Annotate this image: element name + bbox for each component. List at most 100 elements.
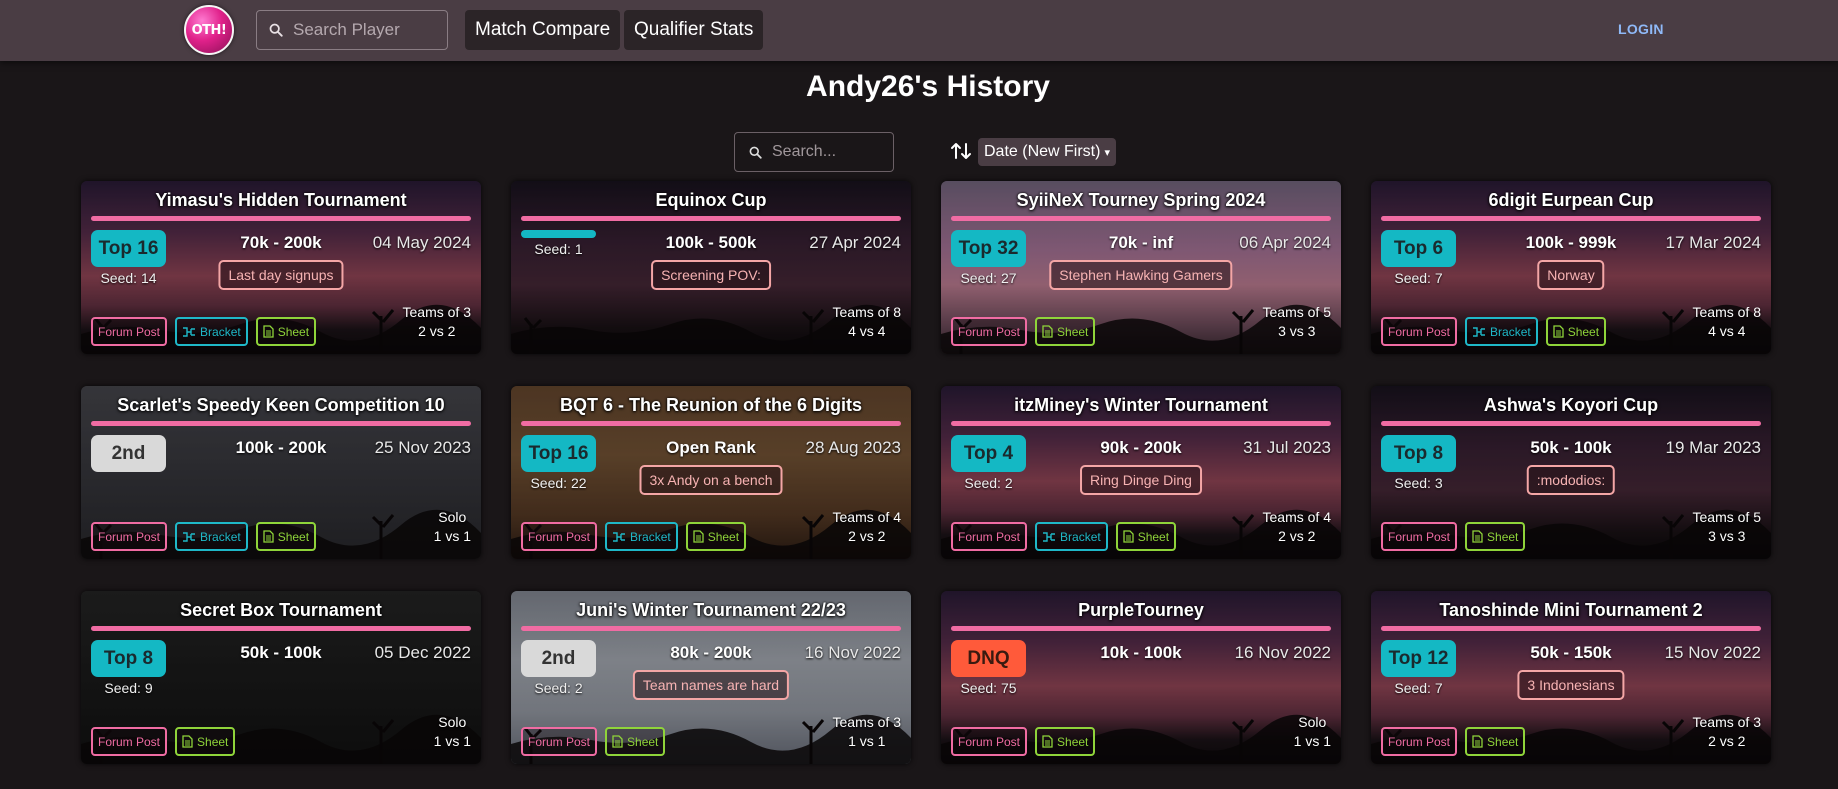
qualifier-stats-button[interactable]: Qualifier Stats [624,10,764,50]
bracket-link[interactable]: Bracket [605,522,678,551]
tournament-date: 27 Apr 2024 [809,233,901,252]
placement-badge: 2nd [91,435,166,472]
match-format: 1 vs 1 [848,733,886,749]
player-search-input[interactable] [293,20,443,40]
link-chips: Forum Post Bracket Sheet [91,317,317,346]
link-chips: Forum Post Sheet [951,727,1096,756]
bracket-link[interactable]: Bracket [175,522,248,551]
seed-label: Seed: 1 [534,241,583,257]
sort-select[interactable]: Date (New First) ▾ [978,138,1116,166]
forum-label: Forum Post [528,529,591,544]
sheet-link[interactable]: Sheet [1545,317,1607,346]
site-logo[interactable]: OTH! [184,5,234,55]
tournament-card[interactable]: Juni's Winter Tournament 22/23 2nd Seed: 2… [511,591,911,764]
tournament-card[interactable]: Yimasu's Hidden Tournament Top 16 Seed: 14… [81,181,481,354]
card-title[interactable]: PurpleTourney [941,600,1341,621]
note-tag: :mododios: [1526,465,1616,495]
note-tag: 3x Andy on a bench [639,465,783,495]
search-icon [749,146,762,159]
team-size: Teams of 3 [402,304,471,320]
forum-label: Forum Post [98,734,161,749]
title-underline [91,421,471,426]
forum-link[interactable]: Forum Post [951,317,1028,346]
bracket-link[interactable]: Bracket [1465,317,1538,346]
card-title[interactable]: 6digit Eurpean Cup [1371,190,1771,211]
tournament-card[interactable]: SyiiNeX Tourney Spring 2024 Top 32 Seed: 2… [941,181,1341,354]
sheet-icon [1553,325,1564,338]
note-tag: Last day signups [218,260,344,290]
logo-text: OTH! [191,22,227,38]
bracket-link[interactable]: Bracket [1035,522,1108,551]
forum-link[interactable]: Forum Post [1381,317,1458,346]
sheet-link[interactable]: Sheet [1465,727,1526,756]
sheet-link[interactable]: Sheet [255,522,317,551]
tournament-card[interactable]: Ashwa's Koyori Cup Top 8 Seed: 3 50k - 100k… [1371,386,1771,559]
card-title[interactable]: SyiiNeX Tourney Spring 2024 [941,190,1341,211]
tournament-card[interactable]: PurpleTourney DNQ Seed: 75 10k - 100k 16 Nov… [941,591,1341,764]
sheet-link[interactable]: Sheet [1465,522,1526,551]
card-title[interactable]: Yimasu's Hidden Tournament [81,190,481,211]
player-search-box[interactable] [256,10,448,50]
seed-label: Seed: 2 [964,475,1013,491]
team-format: Teams of 3 2 vs 2 [403,303,471,341]
match-compare-button[interactable]: Match Compare [465,10,621,50]
title-underline [951,216,1331,221]
tournament-search-input[interactable] [772,143,892,161]
sheet-link[interactable]: Sheet [1115,522,1177,551]
tournament-date: 06 Apr 2024 [1239,233,1331,252]
forum-label: Forum Post [1388,734,1451,749]
match-format: 3 vs 3 [1278,323,1316,339]
card-title[interactable]: BQT 6 - The Reunion of the 6 Digits [511,395,911,416]
sheet-link[interactable]: Sheet [605,727,666,756]
forum-link[interactable]: Forum Post [91,317,168,346]
sheet-label: Sheet [707,529,740,544]
team-format: Teams of 4 2 vs 2 [1263,508,1331,546]
forum-link[interactable]: Forum Post [91,727,168,756]
team-format: Teams of 4 2 vs 2 [833,508,901,546]
tournament-card[interactable]: BQT 6 - The Reunion of the 6 Digits Top 1… [511,386,911,559]
sort-direction-icon[interactable] [950,140,972,162]
tournament-card[interactable]: itzMiney's Winter Tournament Top 4 Seed: 2… [941,386,1341,559]
tournament-card[interactable]: Equinox Cup Seed: 1 100k - 500k 27 Apr 2024… [511,181,911,354]
card-title[interactable]: Tanoshinde Mini Tournament 2 [1371,600,1771,621]
forum-link[interactable]: Forum Post [951,727,1028,756]
team-size: Teams of 4 [1262,509,1331,525]
bracket-link[interactable]: Bracket [175,317,248,346]
forum-link[interactable]: Forum Post [1381,522,1458,551]
forum-label: Forum Post [958,734,1021,749]
sheet-link[interactable]: Sheet [685,522,747,551]
card-title[interactable]: Equinox Cup [511,190,911,211]
title-underline [91,626,471,631]
card-title[interactable]: Scarlet's Speedy Keen Competition 10 [81,395,481,416]
seed-label: Seed: 22 [530,475,587,491]
sheet-link[interactable]: Sheet [255,317,317,346]
login-link[interactable]: LOGIN [1618,21,1664,37]
forum-label: Forum Post [958,324,1021,339]
sheet-label: Sheet [277,529,310,544]
card-title[interactable]: itzMiney's Winter Tournament [941,395,1341,416]
rank-range: 100k - 200k [235,438,327,457]
sheet-link[interactable]: Sheet [1035,317,1096,346]
forum-link[interactable]: Forum Post [521,727,598,756]
forum-link[interactable]: Forum Post [1381,727,1458,756]
forum-label: Forum Post [1388,529,1451,544]
tournament-card[interactable]: Scarlet's Speedy Keen Competition 10 2nd 1… [81,386,481,559]
sheet-link[interactable]: Sheet [1035,727,1096,756]
tournament-search-box[interactable] [734,132,894,172]
forum-link[interactable]: Forum Post [951,522,1028,551]
card-title[interactable]: Secret Box Tournament [81,600,481,621]
rank-range: Open Rank [666,438,756,457]
link-chips: Forum Post Sheet [1381,522,1526,551]
sheet-link[interactable]: Sheet [175,727,236,756]
title-underline [521,626,901,631]
forum-label: Forum Post [98,324,161,339]
team-format: Solo 1 vs 1 [1294,713,1331,751]
tournament-card[interactable]: Secret Box Tournament Top 8 Seed: 9 50k - 1… [81,591,481,764]
forum-link[interactable]: Forum Post [521,522,598,551]
forum-link[interactable]: Forum Post [91,522,168,551]
placement-badge: Top 12 [1381,640,1456,677]
card-title[interactable]: Juni's Winter Tournament 22/23 [511,600,911,621]
tournament-card[interactable]: Tanoshinde Mini Tournament 2 Top 12 Seed: … [1371,591,1771,764]
tournament-card[interactable]: 6digit Eurpean Cup Top 6 Seed: 7 100k - 999… [1371,181,1771,354]
card-title[interactable]: Ashwa's Koyori Cup [1371,395,1771,416]
